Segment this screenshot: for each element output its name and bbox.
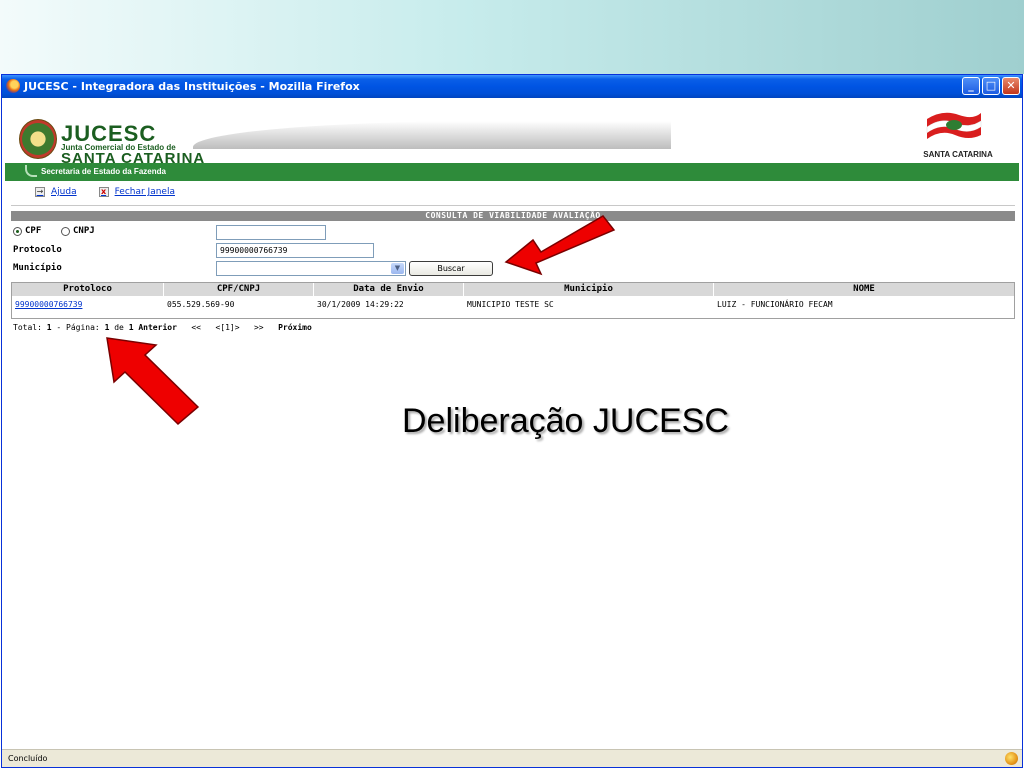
annotation-arrows <box>106 215 616 426</box>
red-arrow-upper-icon <box>504 215 616 276</box>
slide-caption: Deliberação JUCESC <box>402 402 729 440</box>
red-arrow-lower-icon <box>106 337 200 426</box>
